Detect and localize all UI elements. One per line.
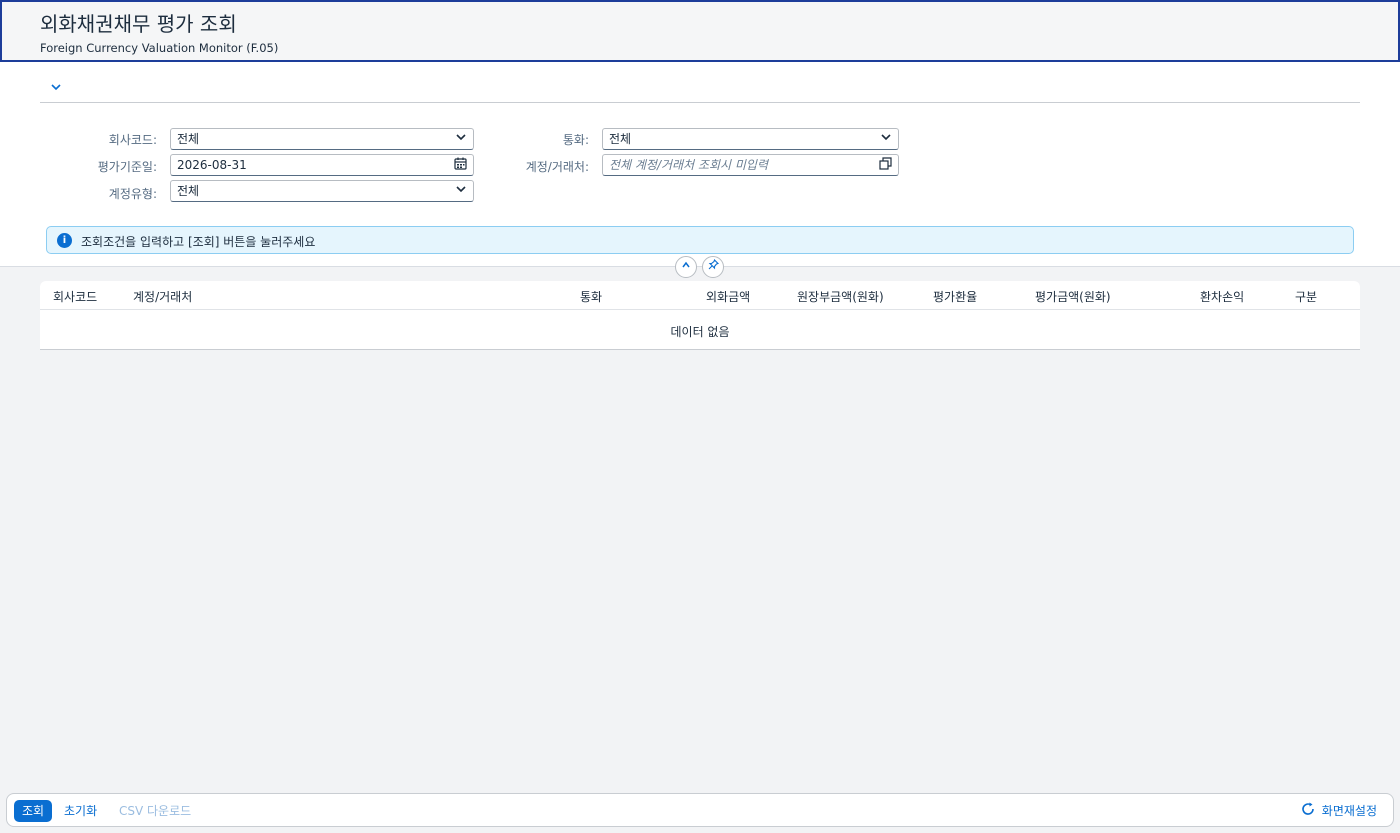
- chevron-down-icon[interactable]: [455, 183, 467, 198]
- column-header-account-partner[interactable]: 계정/거래처: [133, 288, 192, 305]
- valuation-date-picker[interactable]: 2026-08-31: [170, 154, 474, 176]
- footer-toolbar: 조회 초기화 CSV 다운로드 화면재설정: [6, 793, 1394, 827]
- company-code-value: 전체: [177, 132, 200, 146]
- collapse-header-button[interactable]: [675, 256, 697, 278]
- table-header: 회사코드 계정/거래처 통화 외화금액 원장부금액(원화) 평가환율 평가금액(…: [40, 281, 1360, 310]
- currency-label: 통화:: [562, 133, 589, 147]
- column-header-fc-amount[interactable]: 외화금액: [706, 288, 750, 305]
- csv-download-button[interactable]: CSV 다운로드: [111, 800, 199, 822]
- valuation-date-value: 2026-08-31: [177, 158, 247, 172]
- currency-value: 전체: [609, 132, 632, 146]
- valuation-date-label: 평가기준일:: [97, 160, 157, 174]
- filter-toggle-row: [40, 77, 1360, 103]
- column-header-valuation-rate[interactable]: 평가환율: [933, 288, 977, 305]
- reset-button[interactable]: 초기화: [56, 800, 105, 822]
- chevron-down-icon[interactable]: [880, 131, 892, 146]
- info-message-text: 조회조건을 입력하고 [조회] 버튼을 눌러주세요: [81, 235, 316, 249]
- column-header-fx-gain-loss[interactable]: 환차손익: [1200, 288, 1244, 305]
- refresh-icon: [1301, 801, 1315, 823]
- reset-layout-button[interactable]: 화면재설정: [1293, 800, 1385, 822]
- company-code-label: 회사코드:: [108, 133, 157, 147]
- account-type-label: 계정유형:: [108, 187, 157, 201]
- column-header-valuation-amount[interactable]: 평가금액(원화): [1035, 288, 1111, 305]
- page-title: 외화채권채무 평가 조회: [40, 12, 237, 36]
- value-help-icon[interactable]: [879, 157, 892, 173]
- page-subtitle: Foreign Currency Valuation Monitor (F.05…: [40, 41, 279, 55]
- filter-bar: 회사코드: 전체 통화: 전체 평가기준일: 2026-08-31 계정/거래처…: [0, 62, 1400, 267]
- account-type-select[interactable]: 전체: [170, 180, 474, 202]
- currency-select[interactable]: 전체: [602, 128, 899, 150]
- account-partner-label: 계정/거래처:: [525, 160, 589, 174]
- chevron-down-icon[interactable]: [50, 81, 62, 97]
- account-partner-input[interactable]: 전체 계정/거래처 조회시 미입력: [602, 154, 899, 176]
- pin-icon: [708, 258, 719, 273]
- account-type-value: 전체: [177, 184, 200, 198]
- pin-header-button[interactable]: [702, 256, 724, 278]
- account-partner-placeholder: 전체 계정/거래처 조회시 미입력: [609, 158, 769, 172]
- info-icon: i: [57, 233, 72, 248]
- company-code-select[interactable]: 전체: [170, 128, 474, 150]
- column-header-company-code[interactable]: 회사코드: [53, 288, 97, 305]
- page-header: 외화채권채무 평가 조회 Foreign Currency Valuation …: [0, 0, 1400, 62]
- table-empty-text: 데이터 없음: [670, 325, 730, 339]
- info-message-strip: i 조회조건을 입력하고 [조회] 버튼을 눌러주세요: [46, 226, 1354, 254]
- column-header-book-amount[interactable]: 원장부금액(원화): [797, 288, 884, 305]
- valuation-table: 회사코드 계정/거래처 통화 외화금액 원장부금액(원화) 평가환율 평가금액(…: [40, 281, 1360, 350]
- reset-layout-label: 화면재설정: [1321, 804, 1377, 818]
- chevron-up-icon: [681, 260, 691, 273]
- column-header-type[interactable]: 구분: [1295, 288, 1317, 305]
- column-header-currency[interactable]: 통화: [580, 288, 602, 305]
- search-button[interactable]: 조회: [14, 800, 53, 822]
